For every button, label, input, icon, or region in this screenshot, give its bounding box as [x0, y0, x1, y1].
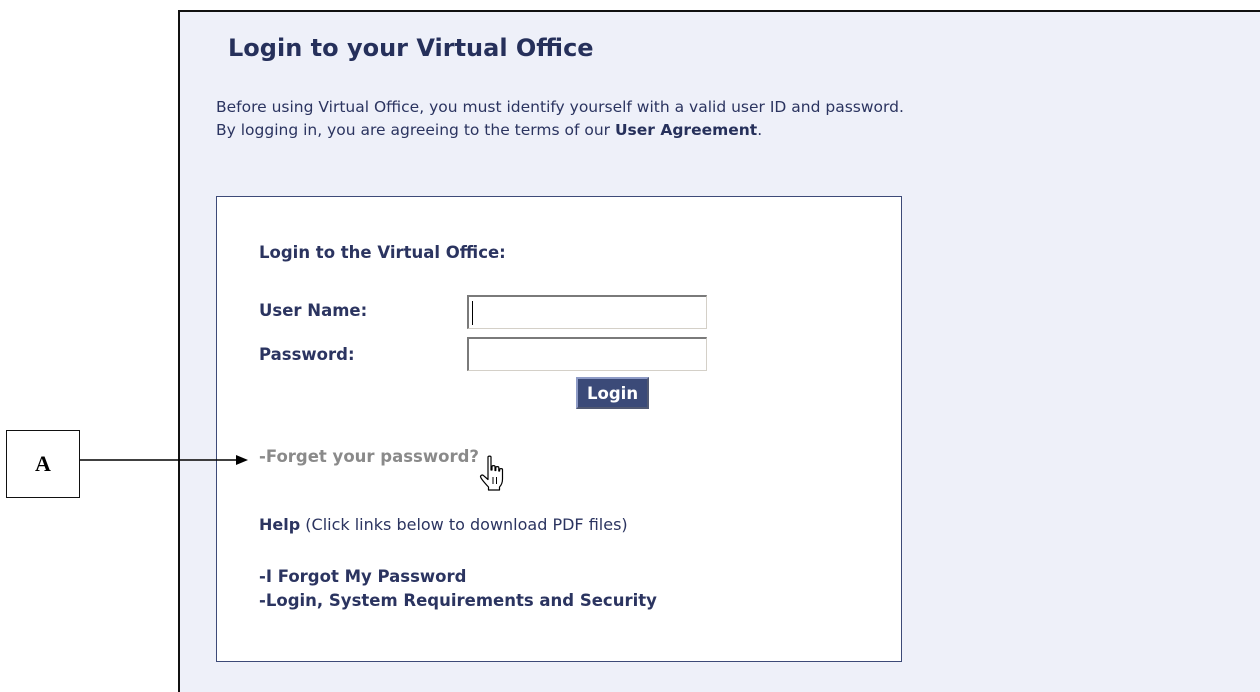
login-button[interactable]: Login [576, 377, 650, 409]
callout-label-box: A [6, 430, 80, 498]
password-input[interactable] [467, 337, 707, 371]
screenshot-page: Login to your Virtual Office Before usin… [0, 0, 1260, 692]
virtual-office-panel: Login to your Virtual Office Before usin… [178, 10, 1260, 692]
pdf-link-login-requirements[interactable]: -Login, System Requirements and Security [259, 591, 657, 610]
pdf-link-forgot-password[interactable]: -I Forgot My Password [259, 567, 466, 586]
help-description: (Click links below to download PDF files… [300, 515, 628, 534]
intro-text: Before using Virtual Office, you must id… [216, 96, 904, 142]
forgot-password-link[interactable]: -Forget your password? [259, 447, 479, 466]
help-line: Help (Click links below to download PDF … [259, 515, 628, 534]
password-label: Password: [259, 345, 355, 364]
user-agreement-link[interactable]: User Agreement [615, 121, 757, 139]
hand-pointer-icon [479, 455, 504, 491]
intro-line-1: Before using Virtual Office, you must id… [216, 98, 904, 116]
username-label: User Name: [259, 301, 368, 320]
intro-line-2: By logging in, you are agreeing to the t… [216, 119, 904, 142]
login-box-heading: Login to the Virtual Office: [259, 243, 506, 262]
arrow-right-icon [80, 455, 248, 465]
page-title: Login to your Virtual Office [228, 34, 594, 62]
login-box: Login to the Virtual Office: User Name: … [216, 196, 902, 662]
intro-line-2-prefix: By logging in, you are agreeing to the t… [216, 121, 615, 139]
text-caret [472, 301, 473, 325]
username-input[interactable] [467, 295, 707, 329]
help-label: Help [259, 515, 301, 534]
intro-line-2-suffix: . [757, 121, 763, 139]
